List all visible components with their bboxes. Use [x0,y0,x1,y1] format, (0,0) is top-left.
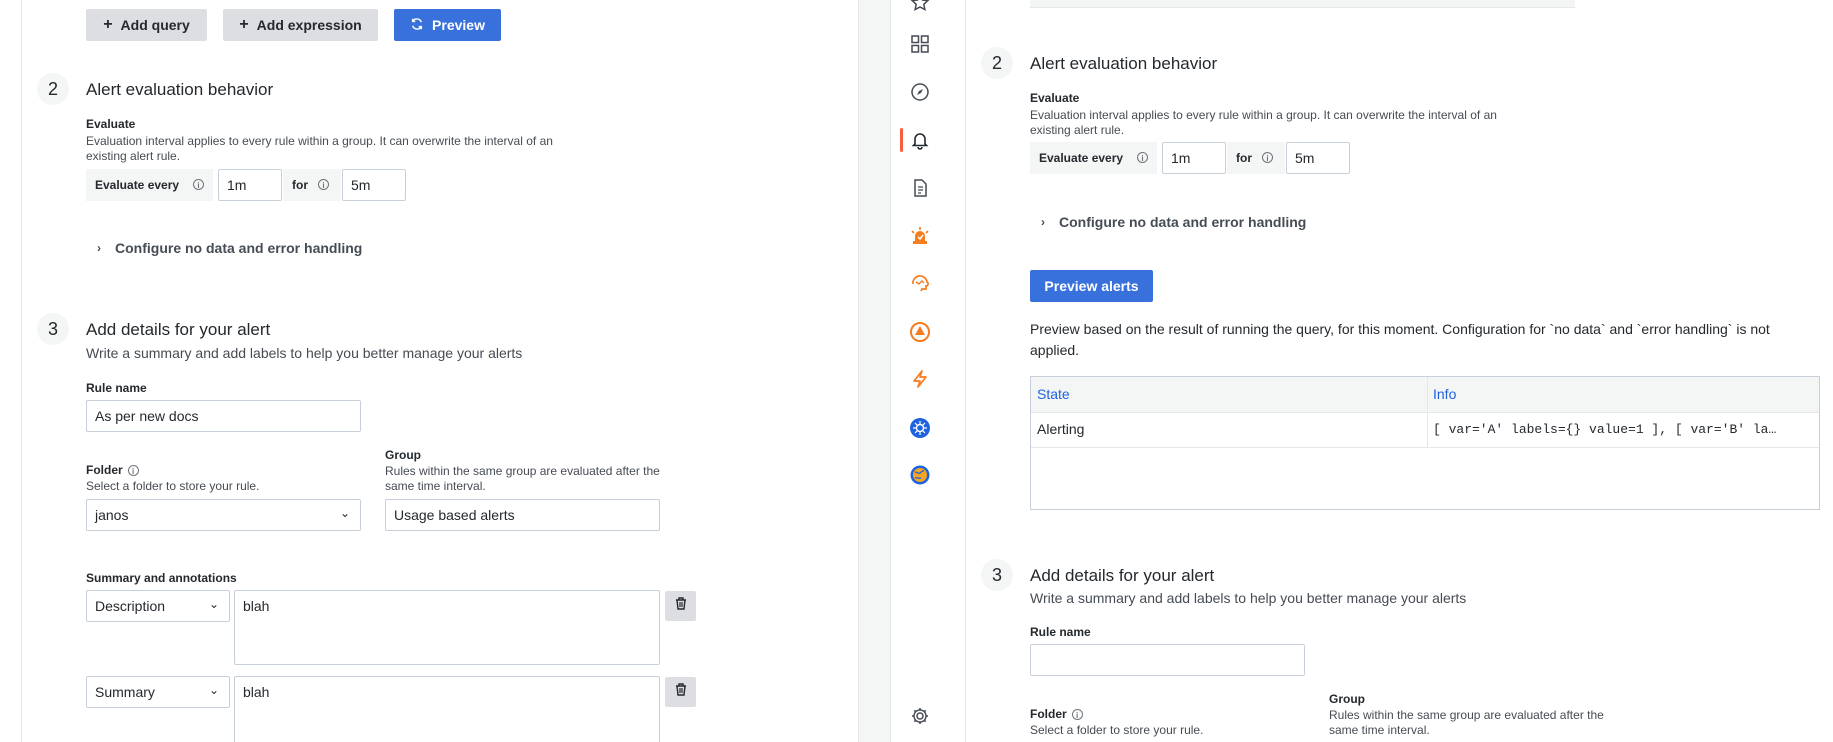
group-label: Group [1329,692,1365,706]
settings-icon[interactable] [907,703,933,729]
section-title: Alert evaluation behavior [1030,54,1218,73]
active-nav-indicator [900,128,903,152]
for-input[interactable]: 5m [1286,142,1350,174]
evaluate-every-label: Evaluate every i [1030,142,1157,174]
for-label: for i [283,169,341,201]
step-number: 2 [37,73,69,105]
state-cell: Alerting [1037,421,1085,437]
column-header-state[interactable]: State [1037,386,1070,402]
for-input[interactable]: 5m [342,169,406,201]
group-input[interactable]: Usage based alerts [385,499,660,531]
dashboards-icon[interactable] [907,31,933,57]
section-subtitle: Write a summary and add labels to help y… [86,345,523,361]
info-icon[interactable]: i [1262,152,1273,163]
folder-description: Select a folder to store your rule. [86,479,260,493]
trash-icon [675,683,687,701]
evaluate-description: Evaluation interval applies to every rul… [86,134,553,163]
annotation-key-select[interactable]: Summary ⌄ [86,676,230,708]
chevron-down-icon: ⌄ [339,506,350,520]
evaluate-every-label: Evaluate every i [86,169,213,201]
add-expression-button[interactable]: + Add expression [223,9,378,41]
query-panel-edge [1030,0,1575,8]
add-query-button[interactable]: + Add query [86,9,207,41]
info-cell: [ var='A' labels={} value=1 ], [ var='B'… [1433,422,1777,437]
info-icon[interactable]: i [127,464,139,476]
annotation-value-textarea[interactable]: blah [234,676,660,742]
step-number: 2 [981,47,1013,79]
alerting-icon[interactable] [907,127,933,153]
evaluate-every-input[interactable]: 1m [218,169,282,201]
folder-select[interactable]: janos ⌄ [86,499,361,531]
explore-icon[interactable] [907,79,933,105]
chevron-right-icon: › [97,241,101,255]
preview-alerts-button[interactable]: Preview alerts [1030,270,1153,302]
folder-description: Select a folder to store your rule. [1030,723,1204,737]
geo-icon[interactable] [907,462,933,488]
chevron-down-icon: ⌄ [208,683,219,697]
group-description: Rules within the same group are evaluate… [385,464,660,493]
configure-no-data-toggle[interactable]: › Configure no data and error handling [97,240,362,256]
for-label: for i [1227,142,1285,174]
group-description: Rules within the same group are evaluate… [1329,708,1604,737]
trash-icon [675,597,687,615]
info-icon[interactable]: i [1137,152,1148,163]
column-header-info[interactable]: Info [1433,386,1456,402]
configure-no-data-toggle[interactable]: › Configure no data and error handling [1041,214,1306,230]
oncall-icon[interactable] [907,223,933,249]
folder-label: Folder i [86,463,139,477]
annotation-value-textarea[interactable]: blah [234,590,660,665]
delete-annotation-button[interactable] [665,677,696,707]
chevron-down-icon: ⌄ [208,597,219,611]
kubernetes-icon[interactable] [907,415,933,441]
k6-icon[interactable] [907,366,933,392]
sync-icon [410,17,424,34]
step-number: 3 [981,559,1013,591]
rule-name-label: Rule name [86,381,147,395]
rule-name-input[interactable] [1030,644,1305,676]
rule-name-input[interactable]: As per new docs [86,400,361,432]
evaluate-label: Evaluate [1030,91,1080,105]
incident-icon[interactable] [907,319,933,345]
chevron-right-icon: › [1041,215,1045,229]
info-icon[interactable]: i [318,179,329,190]
star-icon[interactable] [907,0,933,16]
evaluate-description: Evaluation interval applies to every rul… [1030,108,1497,137]
info-icon[interactable]: i [193,179,204,190]
section-title: Add details for your alert [86,320,271,339]
left-rail [0,0,22,742]
preview-table: State Info Alerting [ var='A' labels={} … [1030,376,1820,510]
section-title: Alert evaluation behavior [86,80,274,99]
section-title: Add details for your alert [1030,566,1215,585]
delete-annotation-button[interactable] [665,591,696,621]
left-alert-editor: + Add query + Add expression Preview 2 A… [0,0,858,742]
annotations-label: Summary and annotations [86,571,237,585]
group-label: Group [385,448,421,462]
evaluate-label: Evaluate [86,117,136,131]
table-header-row [1031,377,1819,413]
folder-label: Folder i [1030,707,1083,721]
annotation-key-select[interactable]: Description ⌄ [86,590,230,622]
window-gap [859,0,891,742]
plus-icon: + [239,16,249,33]
section-subtitle: Write a summary and add labels to help y… [1030,590,1467,606]
evaluate-every-input[interactable]: 1m [1162,142,1226,174]
reports-icon[interactable] [907,175,933,201]
rule-name-label: Rule name [1030,625,1091,639]
ml-icon[interactable] [907,270,933,296]
preview-button[interactable]: Preview [394,9,501,41]
step-number: 3 [37,313,69,345]
plus-icon: + [103,16,113,33]
info-icon[interactable]: i [1071,708,1083,720]
preview-description: Preview based on the result of running t… [1030,321,1770,358]
